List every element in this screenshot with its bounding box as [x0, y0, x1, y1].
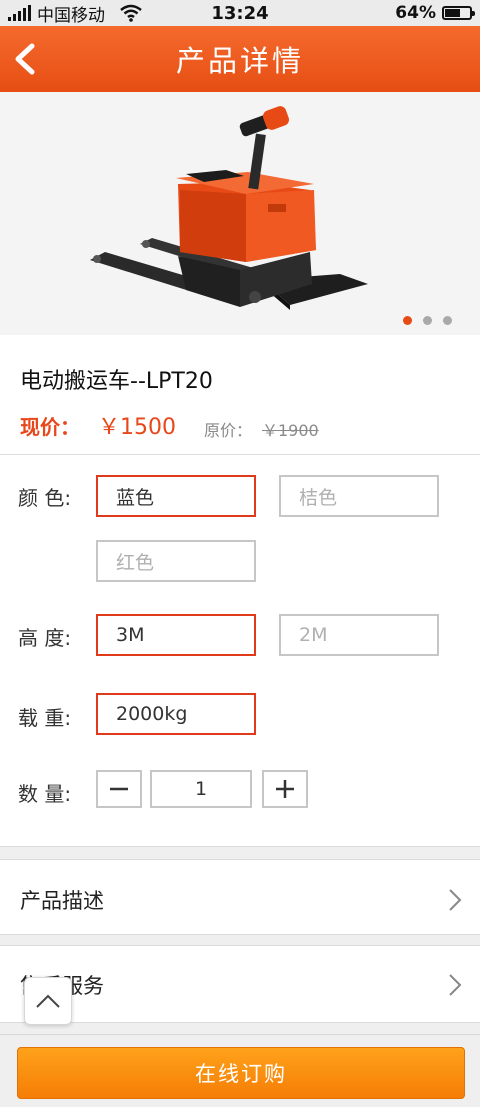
product-info: 电动搬运车--LPT20 现价： ￥1500 原价： ￥1900 — [0, 335, 480, 455]
quantity-decrease-button[interactable] — [96, 770, 142, 808]
bottom-bar: 在线订购 — [0, 1034, 480, 1107]
original-price-label: 原价： — [204, 421, 253, 440]
current-price-label: 现价： — [20, 415, 80, 439]
section-divider — [0, 1022, 480, 1034]
chevron-up-icon — [36, 994, 60, 1008]
carousel-dot[interactable] — [423, 316, 432, 325]
color-option-blue[interactable]: 蓝色 — [96, 475, 256, 517]
chevron-right-icon — [449, 889, 462, 911]
app-header: 产品详情 — [0, 26, 480, 92]
color-label: 颜 色: — [18, 486, 72, 510]
height-option-3m[interactable]: 3M — [96, 614, 256, 656]
carousel-pagination — [403, 316, 452, 325]
product-image-carousel[interactable] — [0, 92, 480, 335]
battery-icon — [442, 6, 475, 20]
status-bar: 中国移动 13:24 64% — [0, 0, 480, 26]
product-image — [90, 106, 368, 310]
quantity-increase-button[interactable] — [262, 770, 308, 808]
current-price: ￥1500 — [98, 415, 176, 440]
product-name: 电动搬运车--LPT20 — [20, 369, 213, 394]
back-arrow-icon[interactable] — [10, 40, 40, 78]
height-option-2m[interactable]: 2M — [279, 614, 439, 656]
minus-icon — [110, 787, 128, 791]
chevron-right-icon — [449, 974, 462, 996]
section-divider — [0, 934, 480, 946]
product-description-row[interactable]: 产品描述 — [0, 861, 480, 939]
section-divider — [0, 846, 480, 860]
page-title: 产品详情 — [175, 44, 304, 78]
load-label: 载 重: — [18, 706, 72, 730]
product-description-label: 产品描述 — [20, 889, 104, 913]
color-option-orange[interactable]: 桔色 — [279, 475, 439, 517]
quantity-label: 数 量: — [18, 782, 72, 806]
battery-percent: 64% — [395, 3, 436, 23]
scroll-to-top-button[interactable] — [24, 977, 72, 1025]
buy-online-button[interactable]: 在线订购 — [17, 1047, 465, 1099]
after-sales-service-row[interactable]: 售后服务 — [0, 946, 480, 1024]
load-option-2000kg[interactable]: 2000kg — [96, 693, 256, 735]
carousel-dot[interactable] — [403, 316, 412, 325]
original-price: ￥1900 — [262, 421, 319, 440]
carousel-dot[interactable] — [443, 316, 452, 325]
color-option-red[interactable]: 红色 — [96, 540, 256, 582]
quantity-input[interactable]: 1 — [150, 770, 252, 808]
height-label: 高 度: — [18, 626, 72, 650]
plus-icon — [276, 780, 294, 798]
